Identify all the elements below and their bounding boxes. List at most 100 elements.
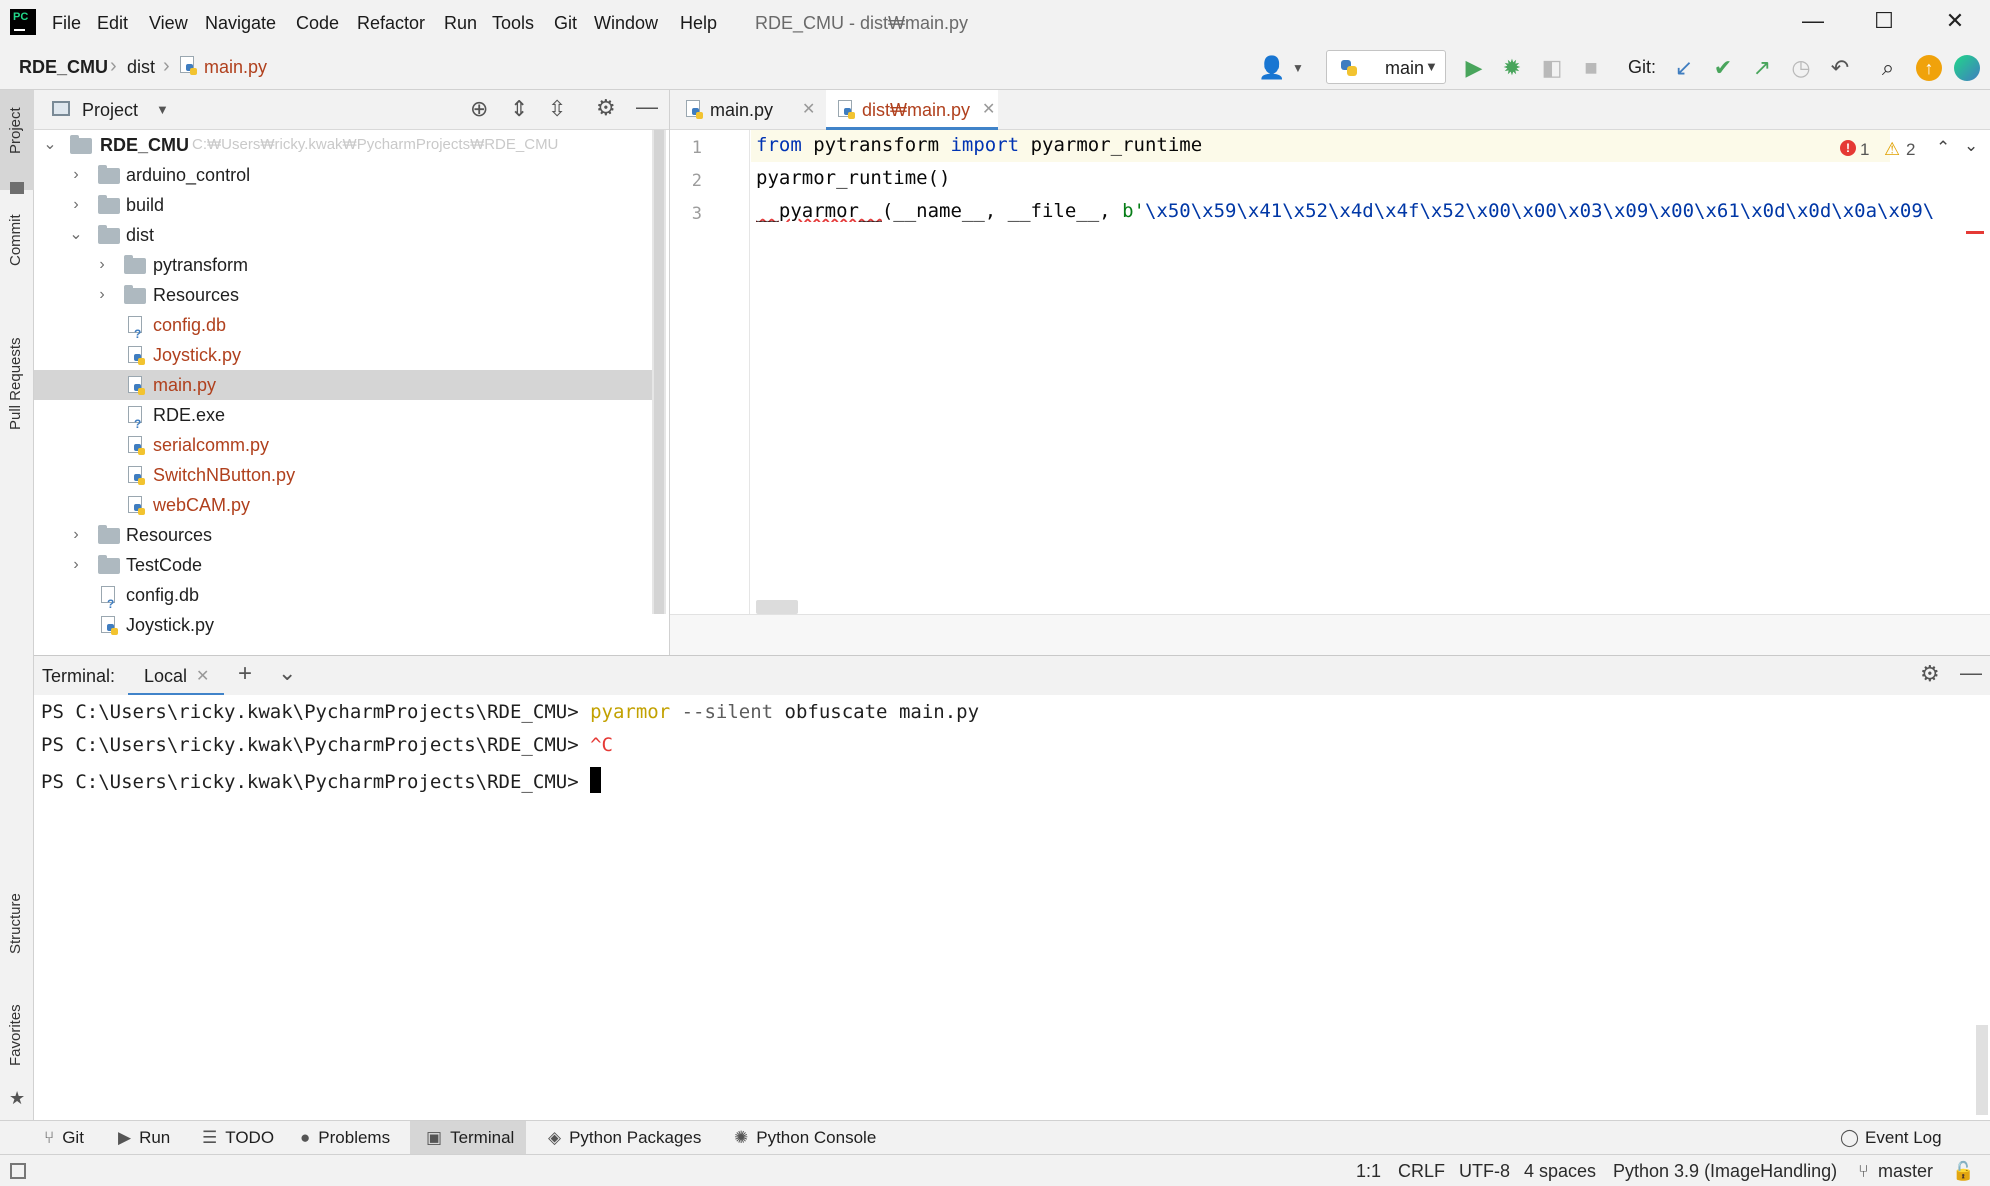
tool-window-problems[interactable]: ● Problems bbox=[300, 1121, 400, 1155]
tree-item-main[interactable]: main.py bbox=[34, 370, 652, 400]
error-stripe-mark[interactable] bbox=[1966, 231, 1984, 234]
tree-item-arduino-control[interactable]: › arduino_control bbox=[34, 160, 652, 190]
inspection-widget[interactable]: ! 1 ⚠ 2 ⌃ ⌄ bbox=[1840, 136, 1990, 164]
new-terminal-icon[interactable]: + bbox=[238, 660, 252, 688]
git-branch[interactable]: master bbox=[1878, 1161, 1933, 1182]
close-tab-icon[interactable]: ✕ bbox=[802, 90, 815, 130]
chevron-down-icon[interactable]: ▼ bbox=[156, 102, 169, 117]
menu-edit[interactable]: Edit bbox=[97, 13, 128, 34]
history-icon[interactable]: ◷ bbox=[1787, 54, 1815, 82]
caret-position[interactable]: 1:1 bbox=[1356, 1161, 1381, 1182]
line-separator[interactable]: CRLF bbox=[1398, 1161, 1445, 1182]
project-view-title[interactable]: Project bbox=[82, 100, 138, 121]
gear-icon[interactable]: ⚙ bbox=[1920, 661, 1940, 687]
coverage-icon[interactable]: ◧ bbox=[1538, 54, 1566, 82]
project-tool-tab[interactable]: Project bbox=[0, 90, 34, 194]
commit-tool-tab[interactable]: Commit bbox=[0, 202, 34, 302]
tree-item-dist[interactable]: ⌄ dist bbox=[34, 220, 652, 250]
tree-item-switchnbutton[interactable]: SwitchNButton.py bbox=[34, 460, 652, 490]
menu-navigate[interactable]: Navigate bbox=[205, 13, 276, 34]
tab-dist-main-py[interactable]: dist₩main.py ✕ bbox=[826, 90, 998, 130]
menu-git[interactable]: Git bbox=[554, 13, 577, 34]
expand-all-icon[interactable]: ⇕ bbox=[510, 96, 528, 122]
terminal-output[interactable]: PS C:\Users\ricky.kwak\PycharmProjects\R… bbox=[34, 695, 1990, 1120]
close-tab-icon[interactable]: ✕ bbox=[982, 90, 995, 130]
breadcrumb-folder[interactable]: dist bbox=[127, 57, 155, 78]
chevron-right-icon[interactable]: › bbox=[66, 190, 86, 220]
search-icon[interactable]: ⌕ bbox=[1874, 54, 1902, 82]
git-push-icon[interactable]: ↗ bbox=[1748, 54, 1776, 82]
code-line-3[interactable]: __pyarmor__(__name__, __file__, b'\x50\x… bbox=[756, 200, 1990, 222]
git-update-icon[interactable]: ↙ bbox=[1670, 54, 1698, 82]
tree-item-config-db-root[interactable]: ? config.db bbox=[34, 580, 652, 611]
tree-item-joystick-root[interactable]: Joystick.py bbox=[34, 610, 652, 640]
menu-view[interactable]: View bbox=[149, 13, 188, 34]
chevron-right-icon[interactable]: › bbox=[66, 520, 86, 550]
code-line-1[interactable]: from pytransform import pyarmor_runtime bbox=[756, 134, 1202, 156]
indent-setting[interactable]: 4 spaces bbox=[1524, 1161, 1596, 1182]
pull-requests-tool-tab[interactable]: Pull Requests bbox=[0, 318, 34, 458]
toggle-tool-windows-icon[interactable] bbox=[10, 1163, 26, 1179]
tree-item-resources-root[interactable]: › Resources bbox=[34, 520, 652, 550]
file-encoding[interactable]: UTF-8 bbox=[1459, 1161, 1510, 1182]
chevron-down-icon[interactable]: ⌄ bbox=[66, 220, 86, 250]
editor-horizontal-scrollbar[interactable] bbox=[756, 600, 798, 614]
lock-icon[interactable]: 🔓 bbox=[1952, 1161, 1974, 1182]
menu-code[interactable]: Code bbox=[296, 13, 339, 34]
menu-run[interactable]: Run bbox=[444, 13, 477, 34]
tree-item-joystick[interactable]: Joystick.py bbox=[34, 340, 652, 370]
hide-panel-icon[interactable]: — bbox=[1960, 660, 1982, 686]
tree-item-build[interactable]: › build bbox=[34, 190, 652, 220]
chevron-down-icon[interactable]: ⌄ bbox=[278, 660, 296, 686]
menu-file[interactable]: File bbox=[52, 13, 81, 34]
previous-highlight-icon[interactable]: ⌃ bbox=[1936, 138, 1950, 158]
locate-icon[interactable]: ⊕ bbox=[470, 96, 488, 122]
python-interpreter[interactable]: Python 3.9 (ImageHandling) bbox=[1613, 1161, 1837, 1182]
rollback-icon[interactable]: ↶ bbox=[1826, 54, 1854, 82]
chevron-right-icon[interactable]: › bbox=[92, 250, 112, 280]
tree-root[interactable]: ⌄ RDE_CMU C:₩Users₩ricky.kwak₩PycharmPro… bbox=[34, 130, 652, 160]
debug-icon[interactable]: ✹ bbox=[1498, 54, 1526, 82]
chevron-right-icon[interactable]: › bbox=[92, 280, 112, 310]
terminal-scrollbar[interactable] bbox=[1976, 1025, 1988, 1115]
ide-update-icon[interactable]: ↑ bbox=[1916, 55, 1942, 81]
minimize-button[interactable]: — bbox=[1783, 8, 1843, 38]
menu-refactor[interactable]: Refactor bbox=[357, 13, 425, 34]
tool-window-terminal[interactable]: ▣ Terminal bbox=[410, 1121, 526, 1155]
next-highlight-icon[interactable]: ⌄ bbox=[1964, 136, 1978, 156]
favorites-tool-tab[interactable]: Favorites ★ bbox=[0, 1000, 34, 1110]
chevron-right-icon[interactable]: › bbox=[66, 160, 86, 190]
tool-window-run[interactable]: ▶ Run bbox=[118, 1121, 184, 1155]
terminal-tab-local[interactable]: Local ✕ bbox=[128, 656, 224, 696]
menu-tools[interactable]: Tools bbox=[492, 13, 534, 34]
tool-window-todo[interactable]: ☰ TODO bbox=[202, 1121, 282, 1155]
tool-window-git[interactable]: ⑂ Git bbox=[44, 1121, 104, 1155]
close-window-button[interactable]: ✕ bbox=[1925, 8, 1985, 38]
project-scrollbar-thumb[interactable] bbox=[654, 130, 664, 614]
event-log[interactable]: ◯ Event Log bbox=[1840, 1121, 1950, 1155]
collapse-all-icon[interactable]: ⇳ bbox=[548, 96, 566, 122]
breadcrumb-file[interactable]: main.py bbox=[204, 57, 267, 78]
user-icon[interactable]: 👤 bbox=[1258, 54, 1286, 82]
chevron-down-icon[interactable]: ⌄ bbox=[40, 130, 60, 160]
breadcrumb-project[interactable]: RDE_CMU bbox=[19, 57, 108, 78]
menu-help[interactable]: Help bbox=[680, 13, 717, 34]
run-icon[interactable]: ▶ bbox=[1460, 54, 1488, 82]
tree-item-resources[interactable]: › Resources bbox=[34, 280, 652, 310]
gear-icon[interactable]: ⚙ bbox=[596, 95, 616, 121]
tree-item-testcode[interactable]: › TestCode bbox=[34, 550, 652, 580]
stop-icon[interactable]: ■ bbox=[1577, 54, 1605, 82]
tree-item-pytransform[interactable]: › pytransform bbox=[34, 250, 652, 280]
chevron-down-icon[interactable]: ▼ bbox=[1284, 54, 1312, 82]
tool-window-python-packages[interactable]: ◈ Python Packages bbox=[548, 1121, 712, 1155]
tree-item-serialcomm[interactable]: serialcomm.py bbox=[34, 430, 652, 460]
run-config-selector[interactable]: main ▼ bbox=[1326, 50, 1446, 84]
close-tab-icon[interactable]: ✕ bbox=[196, 666, 209, 686]
hide-panel-icon[interactable]: — bbox=[636, 94, 658, 120]
tool-window-python-console[interactable]: ✺ Python Console bbox=[734, 1121, 884, 1155]
maximize-button[interactable]: ☐ bbox=[1854, 8, 1914, 38]
toolbox-icon[interactable] bbox=[1954, 55, 1980, 81]
menu-window[interactable]: Window bbox=[594, 13, 658, 34]
tree-item-rde-exe[interactable]: ? RDE.exe bbox=[34, 400, 652, 431]
tab-main-py[interactable]: main.py ✕ bbox=[686, 90, 820, 130]
